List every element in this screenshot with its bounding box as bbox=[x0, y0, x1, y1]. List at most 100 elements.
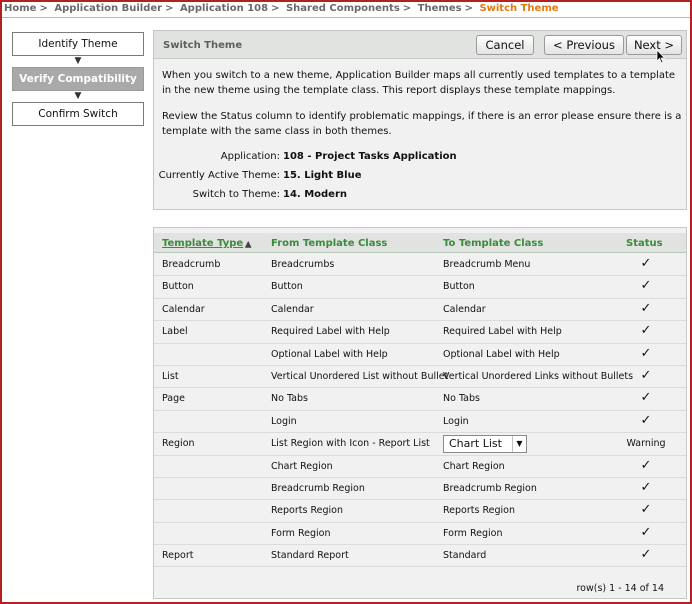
description-paragraph-2: Review the Status column to identify pro… bbox=[162, 111, 682, 137]
info-value: 108 - Project Tasks Application bbox=[283, 151, 457, 162]
breadcrumb-application-builder[interactable]: Application Builder bbox=[54, 3, 162, 14]
checkmark-icon: ✓ bbox=[640, 300, 652, 316]
select-value: Chart List bbox=[449, 437, 502, 451]
cell-to-template-class: Breadcrumb Region bbox=[443, 482, 537, 494]
cell-to-template-class: Breadcrumb Menu bbox=[443, 259, 531, 270]
breadcrumb-shared-components[interactable]: Shared Components bbox=[286, 3, 400, 14]
breadcrumb-separator: > bbox=[402, 3, 412, 14]
table-row: Label Required Label with Help Required La… bbox=[154, 321, 686, 344]
cell-to-template-class: Login bbox=[443, 415, 469, 427]
column-header-template-type[interactable]: Template Type ▲ bbox=[162, 238, 251, 249]
cell-template-type: Page bbox=[162, 393, 185, 405]
cell-template-type: List bbox=[162, 370, 179, 382]
cell-from-template-class: Required Label with Help bbox=[271, 326, 390, 338]
checkmark-icon: ✓ bbox=[640, 502, 652, 518]
column-header-from-template-class: From Template Class bbox=[271, 238, 388, 249]
cell-from-template-class: No Tabs bbox=[271, 393, 308, 405]
cell-from-template-class: Reports Region bbox=[271, 505, 343, 517]
panel-header: Switch Theme Cancel < Previous Next > bbox=[154, 31, 686, 64]
cell-from-template-class: Optional Label with Help bbox=[271, 348, 388, 360]
arrow-down-icon: ▼ bbox=[74, 91, 82, 101]
cell-from-template-class: Calendar bbox=[271, 303, 314, 315]
table-body: Breadcrumb Breadcrumbs Breadcrumb Menu ✓ But… bbox=[154, 254, 686, 568]
cell-template-type: Button bbox=[162, 281, 194, 293]
info-label: Switch to Theme: bbox=[192, 189, 280, 200]
checkmark-icon: ✓ bbox=[640, 479, 652, 495]
wizard-step-identify-theme: Identify Theme bbox=[12, 32, 144, 56]
table-row: Login Login ✓ bbox=[154, 411, 686, 434]
cell-to-template-class: No Tabs bbox=[443, 393, 480, 405]
pagination-info: row(s) 1 - 14 of 14 bbox=[576, 583, 664, 594]
info-label: Application: bbox=[220, 151, 280, 162]
breadcrumb-current: Switch Theme bbox=[479, 3, 559, 14]
to-template-class-select[interactable]: Chart List ▼ bbox=[443, 435, 527, 454]
table-row: Form Region Form Region ✓ bbox=[154, 523, 686, 546]
table-row: Page No Tabs No Tabs ✓ bbox=[154, 388, 686, 411]
next-button[interactable]: Next > bbox=[626, 35, 682, 55]
breadcrumb-themes[interactable]: Themes bbox=[418, 3, 462, 14]
table-row: Region List Region with Icon - Report Lis… bbox=[154, 433, 686, 456]
checkmark-icon: ✓ bbox=[640, 547, 652, 563]
checkmark-icon: ✓ bbox=[640, 412, 652, 428]
cell-from-template-class: Breadcrumb Region bbox=[271, 482, 365, 494]
wizard-steps: Identify Theme ▼ Verify Compatibility ▼ … bbox=[12, 32, 144, 126]
table-row: Calendar Calendar Calendar ✓ bbox=[154, 299, 686, 322]
cell-to-template-class: Standard bbox=[443, 550, 487, 562]
column-header-to-template-class: To Template Class bbox=[443, 238, 544, 249]
template-mapping-report: Template Type ▲ From Template Class To Te… bbox=[153, 227, 687, 599]
cell-template-type: Breadcrumb bbox=[162, 259, 221, 270]
cell-to-template-class: Button bbox=[443, 281, 475, 293]
cell-to-template-class: Required Label with Help bbox=[443, 326, 562, 338]
info-switch-to-theme: Switch to Theme: 14. Modern bbox=[154, 189, 454, 203]
table-row: List Vertical Unordered List without Bull… bbox=[154, 366, 686, 389]
mouse-pointer-icon bbox=[656, 49, 666, 64]
breadcrumb-separator: > bbox=[165, 3, 174, 14]
checkmark-icon: ✓ bbox=[640, 256, 652, 271]
breadcrumb-separator: > bbox=[39, 3, 48, 14]
panel-title: Switch Theme bbox=[163, 40, 243, 51]
table-row: Chart Region Chart Region ✓ bbox=[154, 456, 686, 478]
status-warning: Warning bbox=[626, 438, 666, 450]
breadcrumb: Home > Application Builder > Application 1… bbox=[4, 2, 559, 16]
cancel-button[interactable]: Cancel bbox=[476, 35, 534, 55]
info-label: Currently Active Theme: bbox=[158, 170, 280, 181]
cell-to-template-class: Vertical Unordered Links without Bullets bbox=[443, 370, 634, 382]
cell-from-template-class: Chart Region bbox=[271, 460, 333, 472]
checkmark-icon: ✓ bbox=[640, 367, 652, 383]
switch-theme-panel: Switch Theme Cancel < Previous Next > Wh… bbox=[153, 30, 687, 210]
cell-from-template-class: Login bbox=[271, 415, 297, 427]
info-value: 14. Modern bbox=[283, 189, 348, 200]
cell-from-template-class: Form Region bbox=[271, 527, 331, 539]
chevron-down-icon[interactable]: ▼ bbox=[512, 436, 526, 453]
table-row: Report Standard Report Standard ✓ bbox=[154, 545, 686, 568]
breadcrumb-home[interactable]: Home bbox=[4, 3, 36, 14]
breadcrumb-divider bbox=[2, 17, 690, 18]
cell-template-type: Calendar bbox=[162, 303, 205, 315]
checkmark-icon: ✓ bbox=[640, 457, 652, 473]
cell-to-template-class: Chart Region bbox=[443, 460, 505, 472]
checkmark-icon: ✓ bbox=[640, 345, 652, 361]
info-application: Application: 108 - Project Tasks Applica… bbox=[154, 151, 457, 165]
column-header-status: Status bbox=[626, 238, 663, 249]
arrow-down-icon: ▼ bbox=[74, 56, 82, 66]
sort-ascending-icon: ▲ bbox=[245, 239, 252, 248]
cell-from-template-class: List Region with Icon - Report List bbox=[271, 438, 430, 450]
cell-template-type: Region bbox=[162, 438, 195, 450]
table-row: Breadcrumb Breadcrumbs Breadcrumb Menu ✓ bbox=[154, 254, 686, 277]
breadcrumb-separator: > bbox=[271, 3, 280, 14]
cell-to-template-class: Calendar bbox=[443, 303, 486, 315]
table-row: Breadcrumb Region Breadcrumb Region ✓ bbox=[154, 478, 686, 501]
cell-to-template-class: Reports Region bbox=[443, 505, 515, 517]
cell-from-template-class: Button bbox=[271, 281, 303, 293]
table-row: Button Button Button ✓ bbox=[154, 276, 686, 299]
cell-to-template-class: Form Region bbox=[443, 527, 503, 539]
breadcrumb-application[interactable]: Application 108 bbox=[180, 3, 268, 14]
previous-button[interactable]: < Previous bbox=[544, 35, 624, 55]
checkmark-icon: ✓ bbox=[640, 278, 652, 294]
cell-from-template-class: Vertical Unordered List without Bullet bbox=[271, 370, 449, 382]
checkmark-icon: ✓ bbox=[640, 524, 652, 540]
cell-to-template-class: Optional Label with Help bbox=[443, 348, 560, 360]
info-value: 15. Light Blue bbox=[283, 170, 362, 181]
checkmark-icon: ✓ bbox=[640, 390, 652, 406]
checkmark-icon: ✓ bbox=[640, 323, 652, 339]
